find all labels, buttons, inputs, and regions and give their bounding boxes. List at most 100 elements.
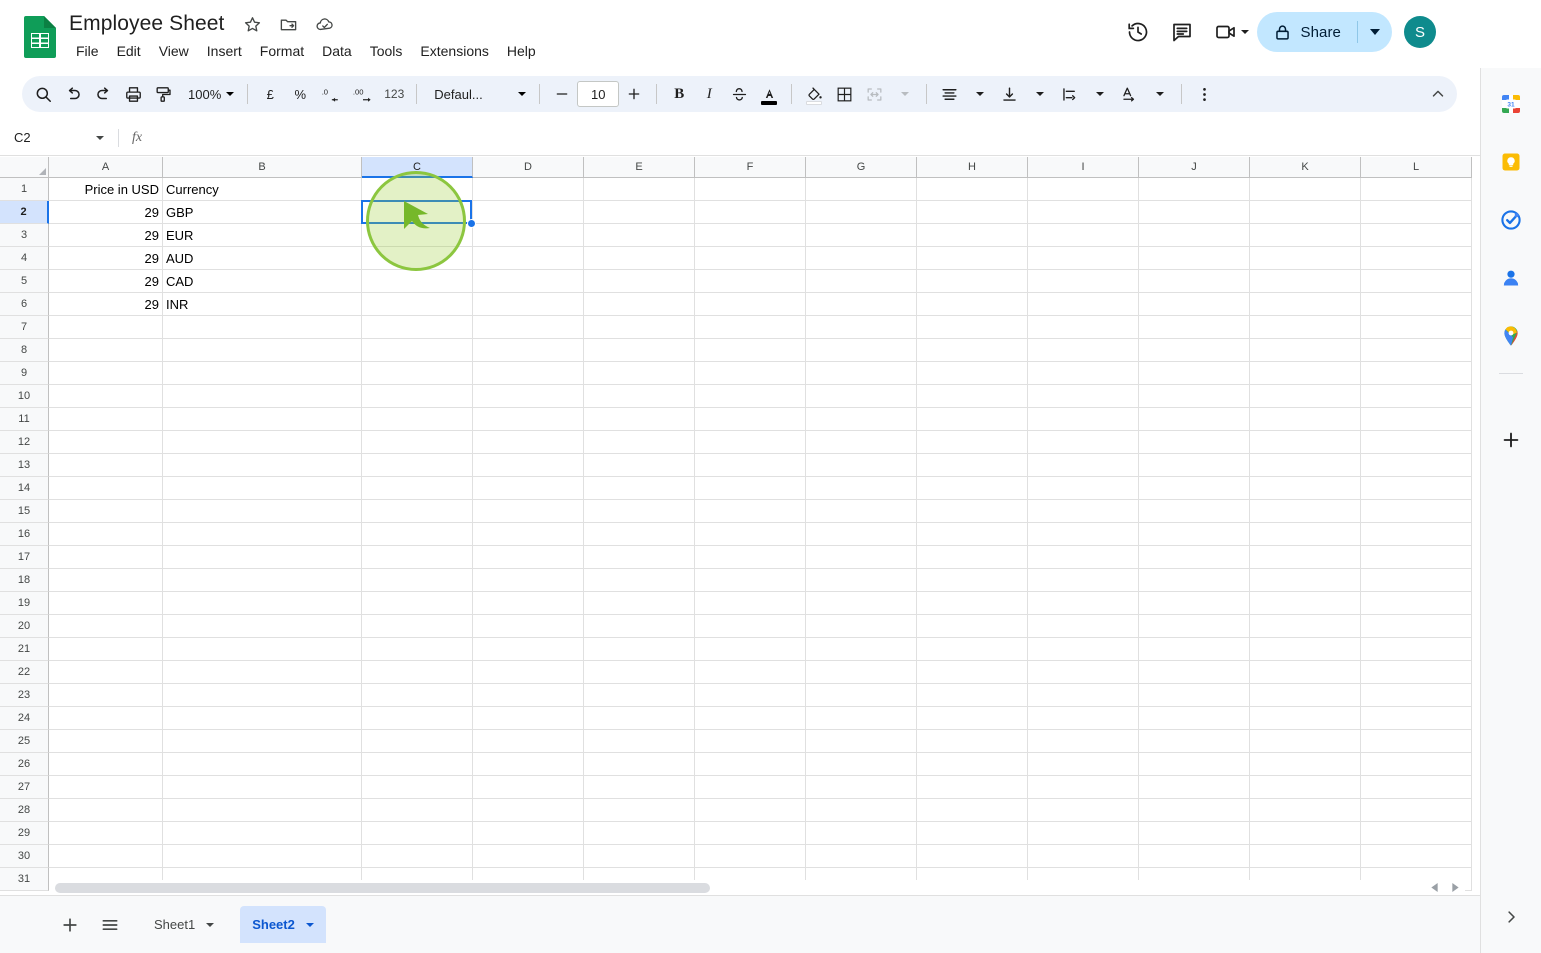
cell-B16[interactable] (163, 523, 362, 546)
cell-I12[interactable] (1028, 431, 1139, 454)
cell-C28[interactable] (362, 799, 473, 822)
cell-G10[interactable] (806, 385, 917, 408)
cell-C9[interactable] (362, 362, 473, 385)
cell-H9[interactable] (917, 362, 1028, 385)
cell-E20[interactable] (584, 615, 695, 638)
select-all-corner[interactable] (0, 157, 49, 178)
cell-K26[interactable] (1250, 753, 1361, 776)
cell-D29[interactable] (473, 822, 584, 845)
cell-F20[interactable] (695, 615, 806, 638)
decrease-font-size-button[interactable] (547, 79, 577, 109)
row-header-7[interactable]: 7 (0, 316, 49, 339)
cell-H8[interactable] (917, 339, 1028, 362)
version-history-icon[interactable] (1118, 12, 1158, 52)
cell-E15[interactable] (584, 500, 695, 523)
cell-I6[interactable] (1028, 293, 1139, 316)
cell-H20[interactable] (917, 615, 1028, 638)
row-header-18[interactable]: 18 (0, 569, 49, 592)
cell-F2[interactable] (695, 201, 806, 224)
cell-D16[interactable] (473, 523, 584, 546)
cell-I26[interactable] (1028, 753, 1139, 776)
row-header-28[interactable]: 28 (0, 799, 49, 822)
cell-I28[interactable] (1028, 799, 1139, 822)
cell-H16[interactable] (917, 523, 1028, 546)
cell-B12[interactable] (163, 431, 362, 454)
cell-D24[interactable] (473, 707, 584, 730)
row-header-2[interactable]: 2 (0, 201, 49, 224)
cell-D13[interactable] (473, 454, 584, 477)
cell-C26[interactable] (362, 753, 473, 776)
cell-F3[interactable] (695, 224, 806, 247)
redo-button[interactable] (88, 79, 118, 109)
cell-G13[interactable] (806, 454, 917, 477)
cell-B9[interactable] (163, 362, 362, 385)
formula-input[interactable] (155, 119, 1480, 156)
cell-I1[interactable] (1028, 178, 1139, 201)
cell-B30[interactable] (163, 845, 362, 868)
cell-H23[interactable] (917, 684, 1028, 707)
cell-J6[interactable] (1139, 293, 1250, 316)
column-header-i[interactable]: I (1028, 157, 1139, 178)
merge-cells-button[interactable] (859, 79, 889, 109)
row-header-24[interactable]: 24 (0, 707, 49, 730)
cell-C13[interactable] (362, 454, 473, 477)
cell-D4[interactable] (473, 247, 584, 270)
cell-J30[interactable] (1139, 845, 1250, 868)
cell-L15[interactable] (1361, 500, 1472, 523)
menu-edit[interactable]: Edit (109, 40, 149, 62)
cell-H6[interactable] (917, 293, 1028, 316)
cell-F16[interactable] (695, 523, 806, 546)
cell-G24[interactable] (806, 707, 917, 730)
cell-E24[interactable] (584, 707, 695, 730)
cell-E16[interactable] (584, 523, 695, 546)
cell-A25[interactable] (49, 730, 163, 753)
cell-A1[interactable]: Price in USD (49, 178, 163, 201)
cell-A18[interactable] (49, 569, 163, 592)
cell-K8[interactable] (1250, 339, 1361, 362)
cell-A30[interactable] (49, 845, 163, 868)
menu-format[interactable]: Format (252, 40, 312, 62)
cell-A28[interactable] (49, 799, 163, 822)
cell-H25[interactable] (917, 730, 1028, 753)
cell-E4[interactable] (584, 247, 695, 270)
fill-handle[interactable] (467, 219, 476, 228)
cell-D10[interactable] (473, 385, 584, 408)
avatar[interactable]: S (1404, 16, 1436, 48)
add-ons-button[interactable] (1493, 422, 1529, 458)
cell-A6[interactable]: 29 (49, 293, 163, 316)
paint-format-button[interactable] (148, 79, 178, 109)
cell-F23[interactable] (695, 684, 806, 707)
cell-F5[interactable] (695, 270, 806, 293)
row-header-13[interactable]: 13 (0, 454, 49, 477)
row-header-5[interactable]: 5 (0, 270, 49, 293)
horizontal-align-button[interactable] (934, 79, 964, 109)
cell-C17[interactable] (362, 546, 473, 569)
font-size-input[interactable] (577, 81, 620, 107)
cell-G23[interactable] (806, 684, 917, 707)
star-icon[interactable] (242, 13, 264, 35)
cell-D9[interactable] (473, 362, 584, 385)
cell-L10[interactable] (1361, 385, 1472, 408)
cell-D15[interactable] (473, 500, 584, 523)
cell-J2[interactable] (1139, 201, 1250, 224)
video-call-button[interactable] (1206, 12, 1253, 52)
cell-D2[interactable] (473, 201, 584, 224)
cell-D17[interactable] (473, 546, 584, 569)
cell-H1[interactable] (917, 178, 1028, 201)
menu-insert[interactable]: Insert (199, 40, 250, 62)
cell-G27[interactable] (806, 776, 917, 799)
cell-B28[interactable] (163, 799, 362, 822)
cell-L24[interactable] (1361, 707, 1472, 730)
cell-E29[interactable] (584, 822, 695, 845)
cell-L16[interactable] (1361, 523, 1472, 546)
percent-format-button[interactable]: % (285, 79, 315, 109)
cell-K30[interactable] (1250, 845, 1361, 868)
strikethrough-button[interactable] (724, 79, 754, 109)
cell-L29[interactable] (1361, 822, 1472, 845)
scroll-left-button[interactable] (1424, 880, 1445, 895)
cell-F15[interactable] (695, 500, 806, 523)
cell-I3[interactable] (1028, 224, 1139, 247)
cell-K28[interactable] (1250, 799, 1361, 822)
cell-H7[interactable] (917, 316, 1028, 339)
cell-L12[interactable] (1361, 431, 1472, 454)
